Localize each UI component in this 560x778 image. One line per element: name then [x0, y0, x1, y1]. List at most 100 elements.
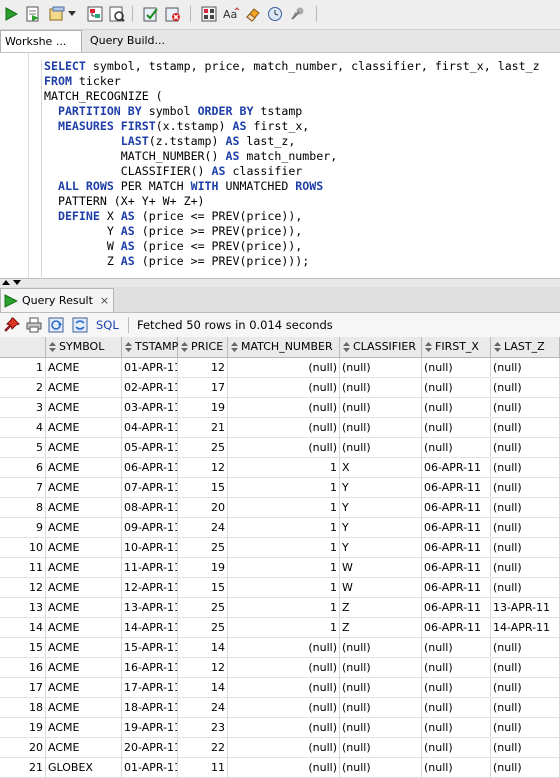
table-cell[interactable]: (null) [491, 518, 560, 538]
table-cell[interactable]: 07-APR-11 [122, 478, 178, 498]
sort-icon[interactable] [231, 342, 238, 352]
table-cell[interactable]: (null) [340, 438, 422, 458]
table-cell[interactable]: (null) [491, 658, 560, 678]
sort-icon[interactable] [125, 342, 132, 352]
table-cell[interactable]: (null) [491, 758, 560, 778]
table-cell[interactable]: 11 [178, 758, 228, 778]
code-line[interactable]: SELECT symbol, tstamp, price, match_numb… [44, 59, 540, 74]
run-script-icon[interactable] [24, 5, 42, 23]
table-cell[interactable]: (null) [340, 738, 422, 758]
table-cell[interactable]: ACME [46, 358, 122, 378]
table-cell[interactable]: (null) [228, 758, 340, 778]
table-cell[interactable]: (null) [422, 718, 491, 738]
column-header-classifier[interactable]: CLASSIFIER [340, 337, 422, 358]
table-cell[interactable]: (null) [491, 678, 560, 698]
table-cell[interactable]: Y [340, 518, 422, 538]
table-cell[interactable]: Y [340, 538, 422, 558]
table-cell[interactable]: 06-APR-11 [422, 498, 491, 518]
table-cell[interactable]: (null) [491, 738, 560, 758]
table-cell[interactable]: (null) [228, 718, 340, 738]
table-cell[interactable]: 06-APR-11 [422, 458, 491, 478]
code-line[interactable]: CLASSIFIER() AS classifier [44, 164, 540, 179]
table-cell[interactable]: (null) [491, 558, 560, 578]
table-cell[interactable]: 17 [178, 378, 228, 398]
table-cell[interactable]: (null) [491, 498, 560, 518]
table-cell[interactable]: (null) [228, 698, 340, 718]
sql-monitor-icon[interactable] [288, 5, 306, 23]
table-cell[interactable]: GLOBEX [46, 758, 122, 778]
to-upper-icon[interactable]: Aa [222, 5, 240, 23]
table-cell[interactable]: (null) [228, 398, 340, 418]
table-cell[interactable]: (null) [491, 638, 560, 658]
table-cell[interactable]: (null) [491, 538, 560, 558]
table-cell[interactable]: 1 [228, 618, 340, 638]
table-cell[interactable]: 03-APR-11 [122, 398, 178, 418]
table-cell[interactable]: 19-APR-11 [122, 718, 178, 738]
table-cell[interactable]: ACME [46, 558, 122, 578]
sort-icon[interactable] [425, 342, 432, 352]
print-icon[interactable] [26, 317, 42, 336]
table-cell[interactable]: ACME [46, 538, 122, 558]
run-statement-icon[interactable] [2, 5, 20, 23]
tab-query-builder[interactable]: Query Build... [86, 30, 186, 52]
code-line[interactable]: MATCH_NUMBER() AS match_number, [44, 149, 540, 164]
table-cell[interactable]: (null) [491, 458, 560, 478]
table-cell[interactable]: 14 [178, 678, 228, 698]
table-cell[interactable]: (null) [422, 658, 491, 678]
table-cell[interactable]: (null) [228, 418, 340, 438]
sort-icon[interactable] [494, 342, 501, 352]
table-cell[interactable]: 01-APR-11 [122, 358, 178, 378]
table-cell[interactable]: W [340, 578, 422, 598]
table-cell[interactable]: ACME [46, 678, 122, 698]
table-cell[interactable]: 14-APR-11 [491, 618, 560, 638]
table-cell[interactable]: 04-APR-11 [122, 418, 178, 438]
table-cell[interactable]: (null) [340, 718, 422, 738]
sql-view-icon[interactable] [72, 317, 88, 336]
table-cell[interactable]: (null) [422, 398, 491, 418]
table-cell[interactable]: (null) [228, 658, 340, 678]
splitter-arrows-icon[interactable] [2, 279, 24, 287]
close-icon[interactable]: × [100, 294, 109, 307]
table-cell[interactable]: (null) [491, 478, 560, 498]
code-line[interactable]: Y AS (price >= PREV(price)), [44, 224, 540, 239]
table-cell[interactable]: 1 [228, 518, 340, 538]
table-cell[interactable]: (null) [422, 438, 491, 458]
refresh-icon[interactable] [48, 317, 64, 336]
table-cell[interactable]: 20 [178, 498, 228, 518]
table-cell[interactable]: ACME [46, 438, 122, 458]
column-header-price[interactable]: PRICE [178, 337, 228, 358]
table-cell[interactable]: ACME [46, 518, 122, 538]
table-cell[interactable]: (null) [422, 698, 491, 718]
table-cell[interactable]: Z [340, 618, 422, 638]
table-cell[interactable]: (null) [228, 358, 340, 378]
table-cell[interactable]: (null) [491, 398, 560, 418]
table-cell[interactable]: 21 [178, 418, 228, 438]
sql-tuning-icon[interactable] [108, 5, 126, 23]
code-line[interactable]: Z AS (price >= PREV(price))); [44, 254, 540, 269]
table-cell[interactable]: 22 [178, 738, 228, 758]
table-cell[interactable]: (null) [491, 358, 560, 378]
sort-icon[interactable] [49, 342, 56, 352]
history-icon[interactable] [266, 5, 284, 23]
table-cell[interactable]: (null) [422, 638, 491, 658]
table-cell[interactable]: W [340, 558, 422, 578]
table-cell[interactable]: (null) [491, 578, 560, 598]
table-cell[interactable]: ACME [46, 378, 122, 398]
table-cell[interactable]: 15-APR-11 [122, 638, 178, 658]
table-cell[interactable]: 02-APR-11 [122, 378, 178, 398]
table-cell[interactable]: (null) [228, 738, 340, 758]
table-cell[interactable]: 01-APR-11 [122, 758, 178, 778]
table-cell[interactable]: (null) [422, 418, 491, 438]
table-cell[interactable]: 06-APR-11 [422, 598, 491, 618]
table-cell[interactable]: (null) [491, 378, 560, 398]
table-cell[interactable]: ACME [46, 578, 122, 598]
table-cell[interactable]: ACME [46, 698, 122, 718]
column-header-tstamp[interactable]: TSTAMP [122, 337, 178, 358]
table-cell[interactable]: (null) [228, 638, 340, 658]
table-cell[interactable]: (null) [491, 698, 560, 718]
table-cell[interactable]: (null) [422, 738, 491, 758]
table-cell[interactable]: 14-APR-11 [122, 618, 178, 638]
table-cell[interactable]: (null) [228, 438, 340, 458]
table-cell[interactable]: 25 [178, 618, 228, 638]
tab-query-result[interactable]: Query Result × [0, 288, 114, 312]
